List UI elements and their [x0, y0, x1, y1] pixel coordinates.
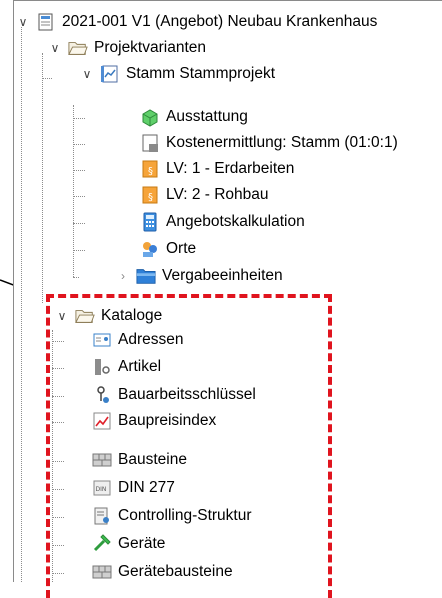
highlight-box [46, 294, 332, 598]
tree-item-stamm[interactable]: ∨ Stamm Stammprojekt [80, 61, 275, 87]
calculator-icon [140, 212, 160, 232]
lv-document-icon: § [140, 185, 160, 205]
tree-item-label: Projektvarianten [94, 39, 207, 56]
tree-item-label: Kostenermittlung: Stamm (01:0:1) [166, 134, 398, 151]
folder-open-icon [68, 38, 88, 58]
tree-item-label: Vergabeeinheiten [162, 267, 283, 284]
project-doc-icon [36, 12, 56, 32]
tree-item-label: Angebotskalkulation [166, 213, 305, 230]
tree-item-orte[interactable]: Orte [140, 236, 196, 262]
tree-item-label: LV: 1 - Erdarbeiten [166, 160, 295, 177]
tree-root-item[interactable]: ∨ 2021-001 V1 (Angebot) Neubau Krankenha… [16, 9, 377, 35]
tree-item-vergabeeinheiten[interactable]: › Vergabeeinheiten [116, 263, 283, 289]
chevron-down-icon[interactable]: ∨ [80, 61, 94, 87]
tree-item-label: Ausstattung [166, 108, 248, 125]
tree-item-label: Stamm Stammprojekt [126, 65, 276, 82]
chevron-right-icon[interactable]: › [116, 263, 130, 289]
tree-item-kostenermittlung[interactable]: Kostenermittlung: Stamm (01:0:1) [140, 130, 398, 156]
tree-item-lv-1[interactable]: § LV: 1 - Erdarbeiten [140, 156, 294, 182]
svg-text:§: § [148, 166, 153, 177]
tree-item-label: LV: 2 - Rohbau [166, 186, 269, 203]
places-icon [140, 239, 160, 259]
folder-icon [136, 266, 156, 286]
chevron-down-icon[interactable]: ∨ [48, 35, 62, 61]
tree-root-label: 2021-001 V1 (Angebot) Neubau Krankenhaus [62, 13, 378, 30]
chevron-down-icon[interactable]: ∨ [16, 9, 30, 35]
tree-item-lv-2[interactable]: § LV: 2 - Rohbau [140, 182, 269, 208]
project-variant-icon [100, 64, 120, 84]
tree-item-projektvarianten[interactable]: ∨ Projektvarianten [48, 35, 206, 61]
lv-document-icon: § [140, 159, 160, 179]
tree-item-ausstattung[interactable]: Ausstattung [140, 104, 248, 130]
tree-item-angebotskalkulation[interactable]: Angebotskalkulation [140, 209, 305, 235]
cost-sheet-icon [140, 133, 160, 153]
tree-item-label: Orte [166, 240, 197, 257]
cube-icon [140, 107, 160, 127]
svg-text:§: § [148, 192, 153, 203]
